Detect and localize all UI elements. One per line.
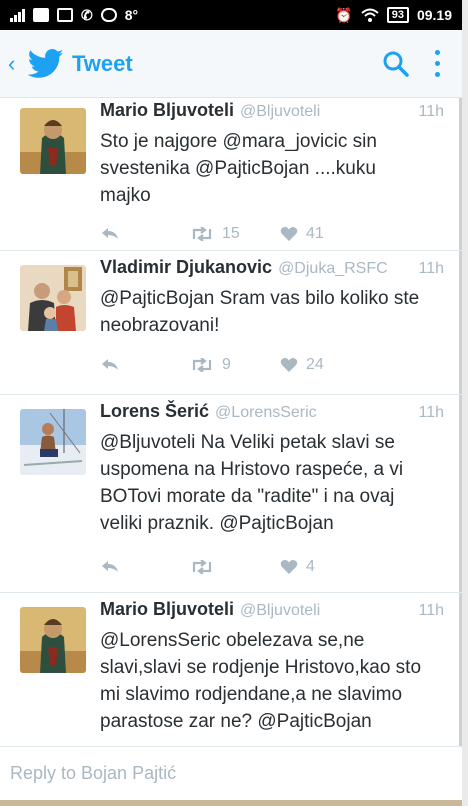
bottom-edge [0,800,462,806]
reply-icon [102,561,118,572]
retweet-count: 15 [222,225,240,242]
tweet-list[interactable]: Mario Bljuvoteli @Bljuvoteli 11h Sto je … [0,98,462,746]
tweet-item[interactable]: Lorens Šerić @LorensSeric 11h @Bljuvotel… [0,395,462,593]
retweet-icon [192,227,212,241]
wifi-icon [361,8,379,22]
page-title: Tweet [72,50,133,76]
tweet-item[interactable]: Mario Bljuvoteli @Bljuvoteli 11h @Lorens… [0,593,462,746]
like-button[interactable]: 24 [280,356,324,374]
heart-icon [280,227,298,241]
tweet-author-name[interactable]: Mario Bljuvoteli [100,100,234,121]
tweet-actions: 15 41 [100,220,350,248]
alarm-icon: ⏰ [335,6,353,23]
like-count: 4 [306,558,315,575]
tweet-text-line: @PajticBojan Sram vas bilo koliko ste [100,288,420,309]
facebook-icon [33,8,49,22]
tweet-text-line: veliki praznik. @PajticBojan [100,513,334,534]
retweet-icon [192,358,212,372]
tweet-time: 11h [418,103,444,120]
tweet-actions: 9 24 [100,351,350,379]
clock: 09.19 [416,7,452,23]
retweet-button[interactable]: 9 [190,356,280,374]
tweet-time: 11h [418,602,444,619]
like-button[interactable]: 4 [280,558,315,576]
reply-bar [0,746,462,800]
signal-bars-icon [10,8,25,22]
chat-icon [100,8,117,22]
tweet-item[interactable]: Mario Bljuvoteli @Bljuvoteli 11h Sto je … [0,98,462,251]
tweet-text: @PajticBojan Sram vas bilo koliko ste ne… [100,285,444,339]
tweet-time: 11h [418,260,444,277]
tweet-text-line: neobrazovani! [100,315,220,336]
reply-icon [102,228,118,239]
reply-icon [102,359,118,370]
tweet-text-line: parastose zar ne? @PajticBojan [100,711,372,732]
phone-screen: ✆ 8° ⏰ 93 09.19 ‹ Tweet Mario Bljuvoteli… [0,0,462,806]
status-bar: ✆ 8° ⏰ 93 09.19 [0,0,462,30]
avatar[interactable] [20,607,86,673]
back-arrow-icon[interactable]: ‹ [8,51,24,77]
tweet-author-handle[interactable]: @Bljuvoteli [240,103,320,121]
like-count: 41 [306,225,324,242]
tweet-text-line: Sto je najgore @mara_jovicic sin [100,131,377,152]
tweet-text-line: BOTovi morate da "radite" i na ovaj [100,486,395,507]
retweet-button[interactable]: 15 [190,225,280,243]
tweet-author-name[interactable]: Mario Bljuvoteli [100,599,234,620]
reply-input[interactable] [10,763,450,784]
tweet-text: @Bljuvoteli Na Veliki petak slavi se usp… [100,429,444,537]
tweet-text-line: @Bljuvoteli Na Veliki petak slavi se [100,432,395,453]
heart-icon [280,560,298,574]
retweet-icon [192,560,212,574]
retweet-count: 9 [222,356,231,373]
tweet-author-handle[interactable]: @Djuka_RSFC [278,260,388,278]
temperature: 8° [124,7,139,23]
heart-icon [280,358,298,372]
battery-level: 93 [391,9,404,21]
tweet-author-name[interactable]: Lorens Šerić [100,401,209,422]
reply-button[interactable] [100,560,190,574]
gallery-icon [57,8,73,22]
like-button[interactable]: 41 [280,225,324,243]
tweet-actions: 4 [100,553,350,581]
tweet-author-handle[interactable]: @Bljuvoteli [240,602,320,620]
tweet-text-line: slavi,slavi se rodjenje Hristovo,kao sto [100,657,422,678]
tweet-text-line: @LorensSeric obelezava se,ne [100,630,365,651]
tweet-text: Sto je najgore @mara_jovicic sin svesten… [100,128,444,209]
tweet-text-line: uspomena na Hristovo raspeće, a vi [100,459,404,480]
battery-icon: 93 [386,7,409,23]
more-vertical-icon[interactable] [432,50,442,77]
tweet-author-name[interactable]: Vladimir Djukanovic [100,257,272,278]
tweet-time: 11h [418,404,444,421]
avatar[interactable] [20,108,86,174]
search-icon[interactable] [382,50,410,78]
tweet-text: @LorensSeric obelezava se,ne slavi,slavi… [100,627,444,735]
like-count: 24 [306,356,324,373]
avatar[interactable] [20,265,86,331]
tweet-text-line: majko [100,185,151,206]
tweet-text-line: svestenika @PajticBojan ....kuku [100,158,376,179]
app-bar: ‹ Tweet [0,30,462,98]
tweet-text-line: mi slavimo rodjendane,a ne slavimo [100,684,403,705]
reply-button[interactable] [100,358,190,372]
avatar[interactable] [20,409,86,475]
tweet-item[interactable]: Vladimir Djukanovic @Djuka_RSFC 11h @Paj… [0,251,462,395]
viber-icon: ✆ [81,6,93,23]
retweet-button[interactable] [190,560,280,574]
tweet-author-handle[interactable]: @LorensSeric [215,404,317,422]
reply-button[interactable] [100,227,190,241]
twitter-bird-icon [28,48,64,78]
